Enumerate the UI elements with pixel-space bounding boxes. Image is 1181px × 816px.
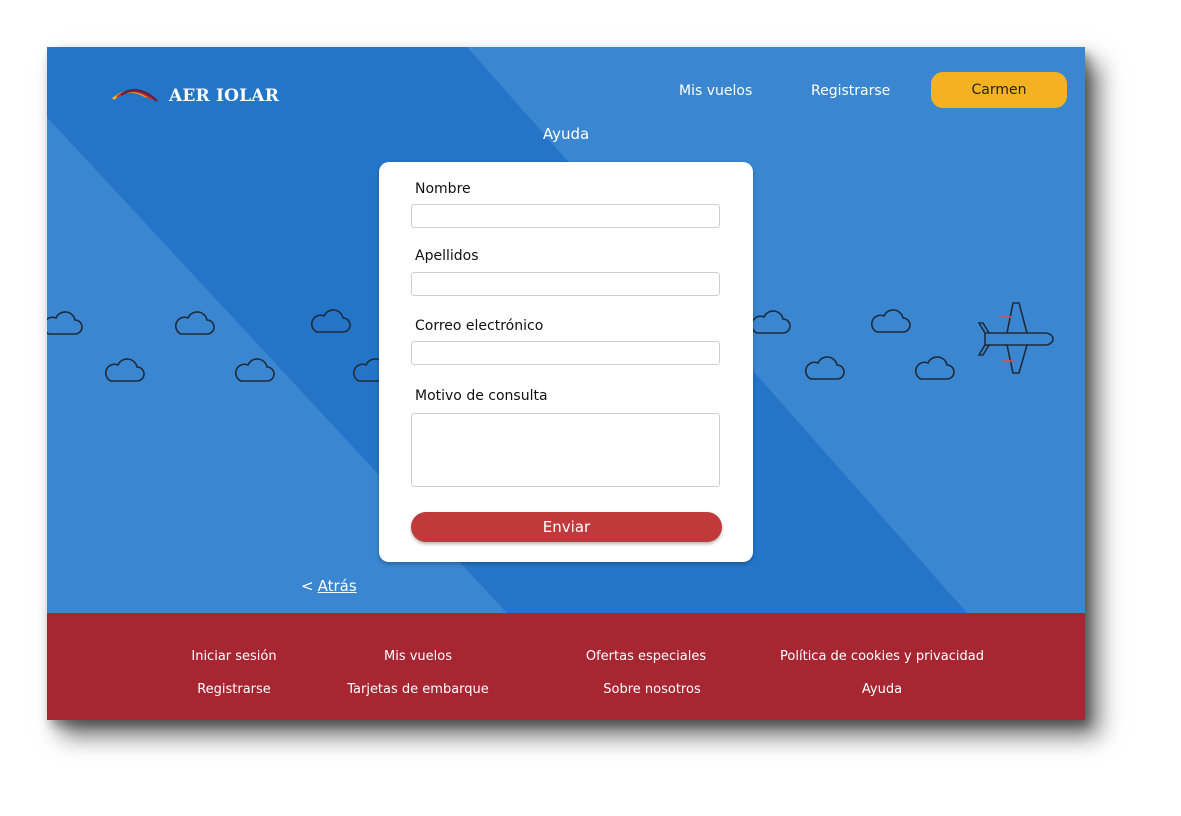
footer-link-cookies[interactable]: Política de cookies y privacidad: [780, 649, 984, 664]
back-link[interactable]: < Atrás: [301, 577, 357, 595]
brand-logo[interactable]: AER IOLAR: [111, 85, 279, 107]
cloud-icon: [235, 358, 275, 382]
page-title: Ayuda: [542, 125, 590, 143]
apellidos-input[interactable]: [411, 272, 720, 296]
nav-mis-vuelos[interactable]: Mis vuelos: [679, 83, 752, 99]
nav-registrarse[interactable]: Registrarse: [811, 83, 890, 99]
cloud-icon: [105, 358, 145, 382]
footer-link-ofertas[interactable]: Ofertas especiales: [586, 649, 706, 664]
footer-link-sobre-nosotros[interactable]: Sobre nosotros: [603, 682, 700, 697]
hero-section: AER IOLAR Mis vuelos Registrarse Carmen …: [47, 47, 1085, 613]
user-account-button[interactable]: Carmen: [931, 72, 1067, 108]
email-input[interactable]: [411, 341, 720, 365]
logo-swoosh-icon: [112, 88, 158, 102]
footer-link-ayuda[interactable]: Ayuda: [862, 682, 902, 697]
back-label[interactable]: Atrás: [318, 577, 357, 595]
help-form-card: Nombre Apellidos Correo electrónico Moti…: [379, 162, 753, 562]
submit-button[interactable]: Enviar: [411, 512, 722, 542]
footer-link-iniciar-sesion[interactable]: Iniciar sesión: [191, 649, 276, 664]
field-label-apellidos: Apellidos: [415, 248, 479, 264]
nombre-input[interactable]: [411, 204, 720, 228]
footer-link-tarjetas[interactable]: Tarjetas de embarque: [347, 682, 489, 697]
field-label-correo: Correo electrónico: [415, 318, 544, 334]
footer-link-registrarse[interactable]: Registrarse: [197, 682, 271, 697]
field-label-nombre: Nombre: [415, 181, 471, 197]
brand-name: AER IOLAR: [169, 86, 280, 106]
footer: Iniciar sesión Registrarse Mis vuelos Ta…: [47, 613, 1085, 720]
cloud-icon: [175, 311, 215, 335]
footer-link-mis-vuelos[interactable]: Mis vuelos: [384, 649, 452, 664]
app-window: AER IOLAR Mis vuelos Registrarse Carmen …: [47, 47, 1085, 720]
back-arrow-icon: <: [301, 577, 314, 595]
motivo-textarea[interactable]: [411, 413, 720, 487]
field-label-motivo: Motivo de consulta: [415, 388, 548, 404]
cloud-icon: [47, 311, 83, 335]
